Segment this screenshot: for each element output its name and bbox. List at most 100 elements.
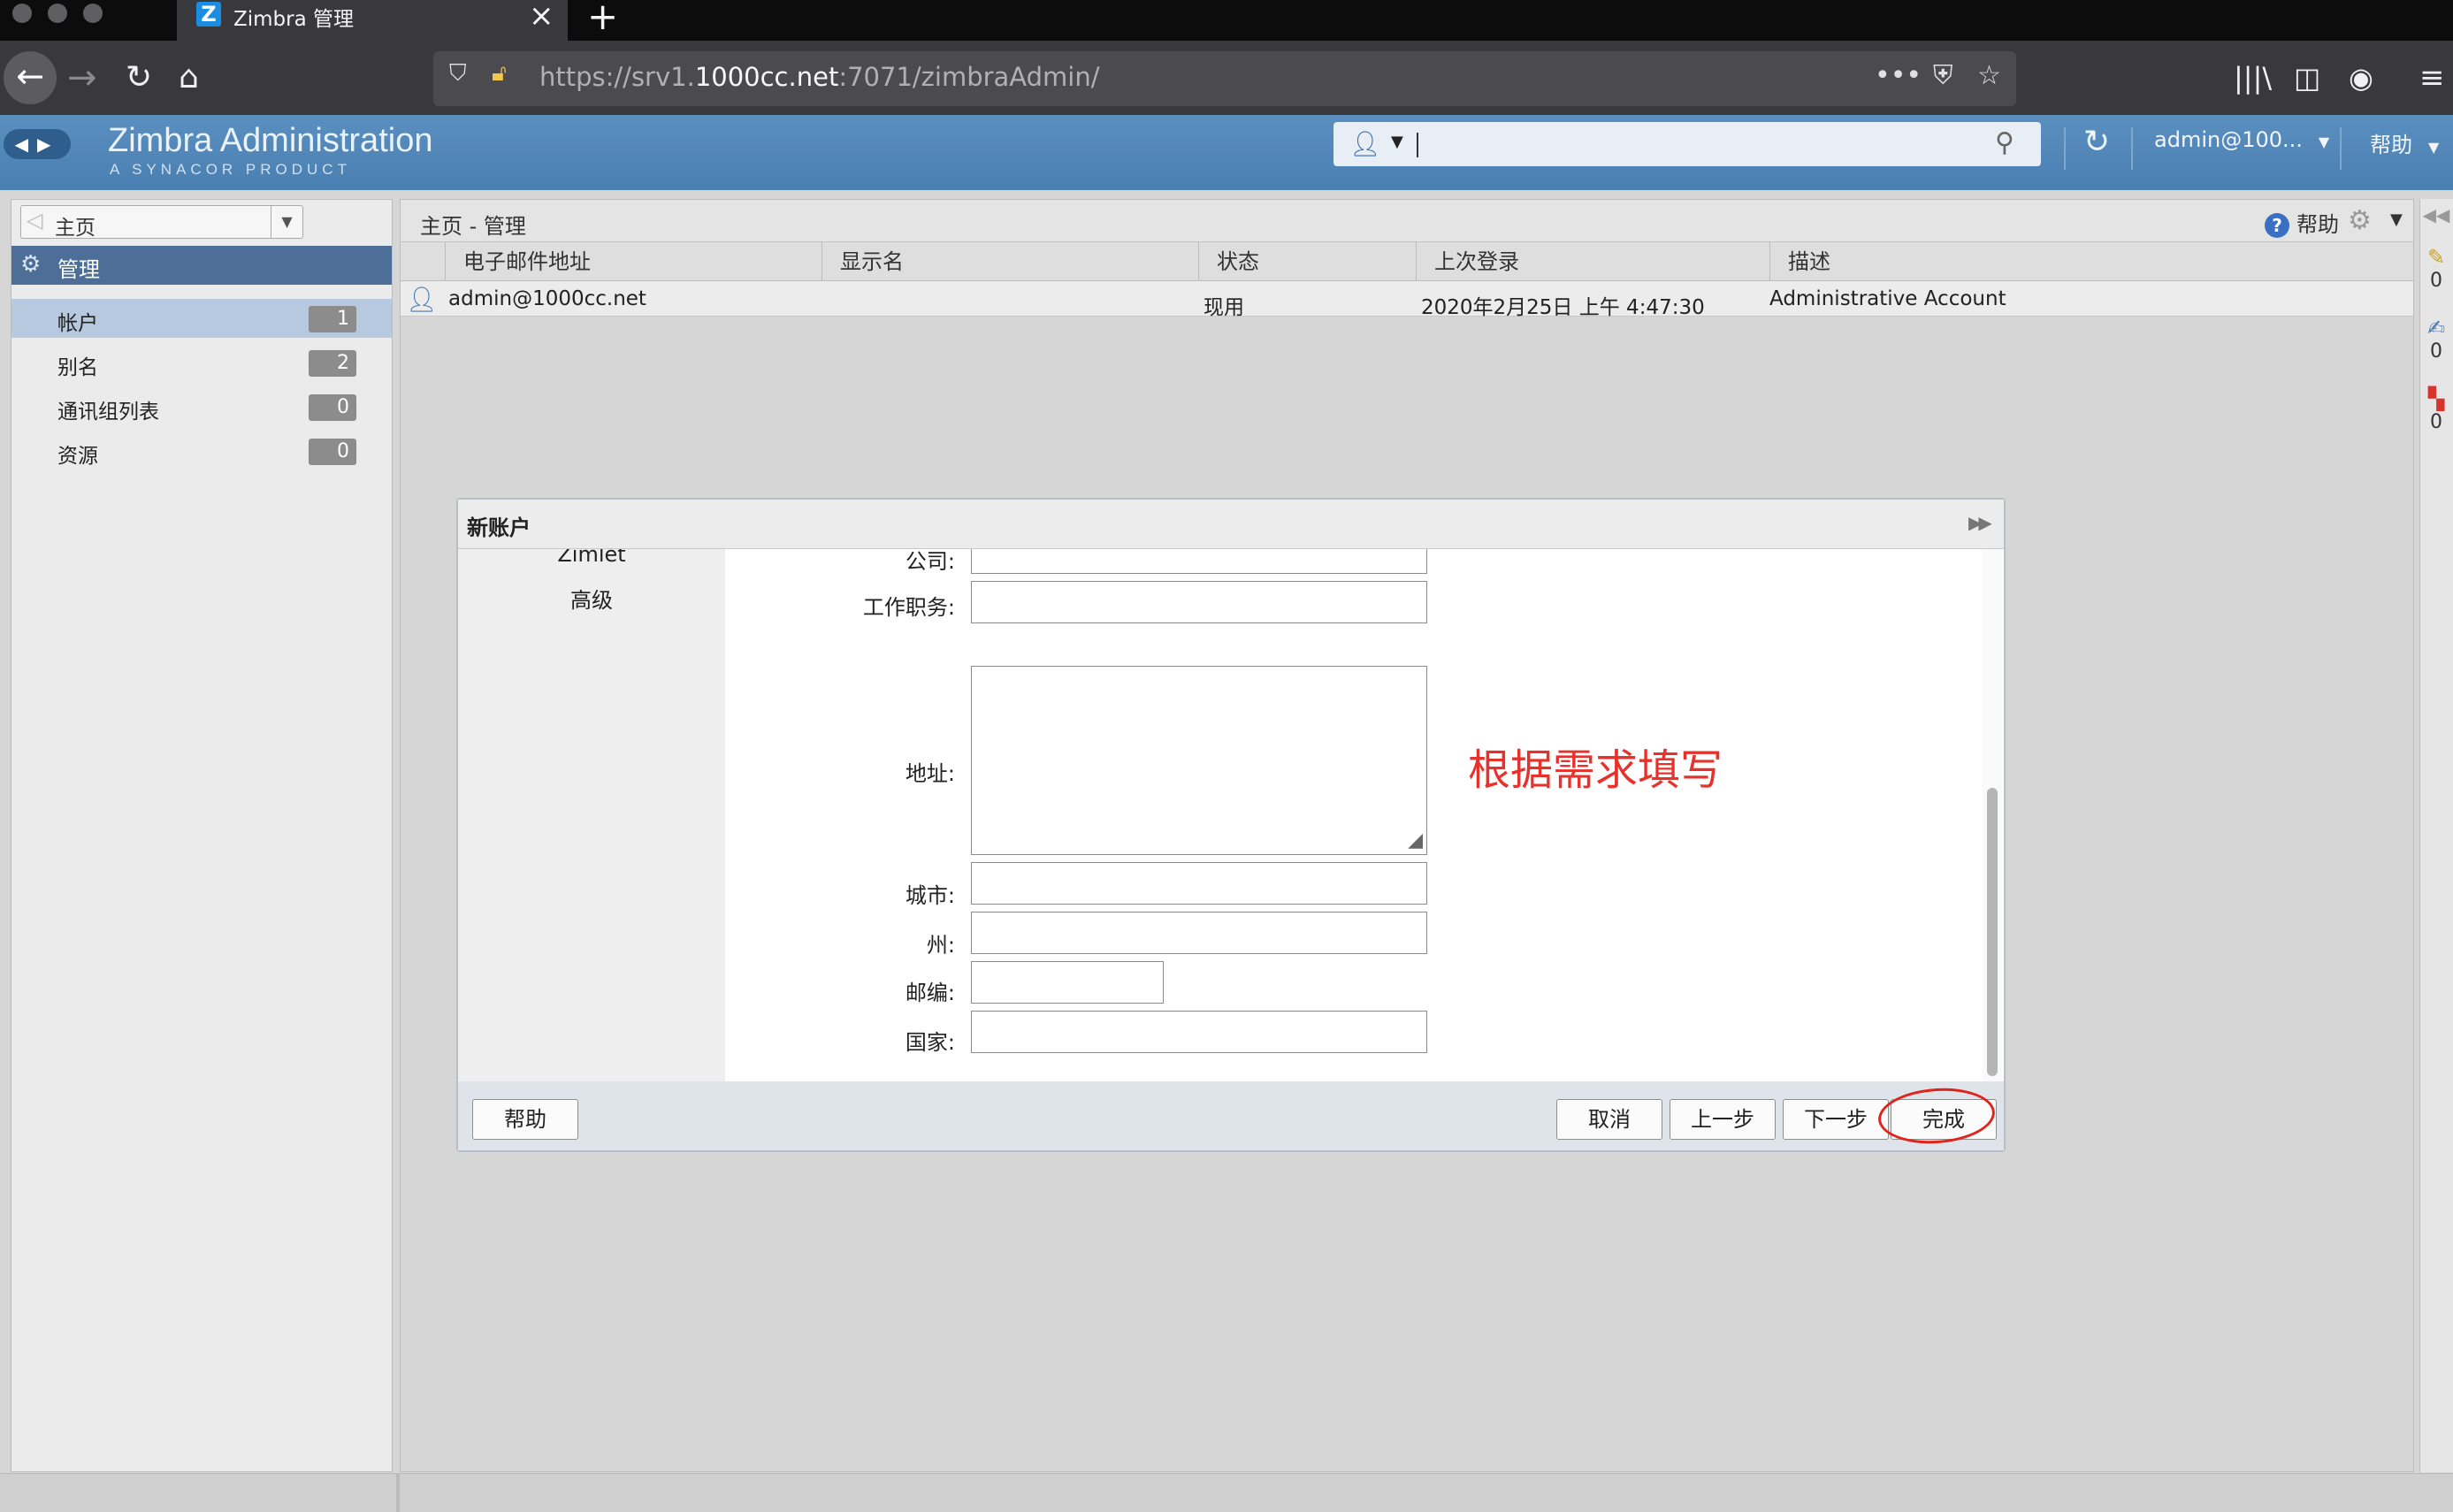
address-textarea[interactable]: ◢	[971, 666, 1427, 855]
next-button[interactable]: 下一步	[1783, 1099, 1889, 1140]
chevron-down-icon[interactable]: ▼	[271, 206, 302, 238]
navigation-sidebar: ◁ 主页 ▼ ⚙ 管理 帐户 1 别名 2 通讯组列表 0 资源 0	[11, 199, 393, 1472]
url-prefix: https://srv1.	[539, 62, 695, 92]
zip-field[interactable]	[971, 961, 1164, 1004]
cell-email: admin@1000cc.net	[448, 287, 646, 310]
user-name: admin@100...	[2154, 127, 2303, 152]
browser-tab[interactable]: Z Zimbra 管理 ×	[177, 0, 568, 41]
help-icon: ?	[2265, 213, 2289, 238]
forward-arrow-icon[interactable]: →	[67, 41, 97, 115]
cell-description: Administrative Account	[1769, 287, 2006, 310]
help-button[interactable]: ? 帮助	[2265, 207, 2339, 238]
shield-icon[interactable]: ⛉	[449, 60, 467, 88]
cell-status: 现用	[1204, 296, 1244, 319]
rail-notes[interactable]: ✎ 0	[2420, 245, 2452, 292]
header-help-menu[interactable]: 帮助 ▼	[2370, 127, 2439, 158]
home-selector-label: 主页	[55, 217, 96, 240]
city-label: 城市:	[905, 883, 955, 908]
manage-section-header[interactable]: ⚙ 管理	[11, 246, 392, 285]
state-field[interactable]	[971, 912, 1427, 954]
count-badge: 2	[309, 350, 356, 377]
sidebar-item-distribution-lists[interactable]: 通讯组列表 0	[11, 387, 392, 426]
dialog-scrollbar[interactable]	[1983, 549, 2002, 1081]
cancel-button[interactable]: 取消	[1556, 1099, 1662, 1140]
person-search-type-icon[interactable]: 👤︎	[1349, 129, 1381, 158]
zimbra-logo: Zimbra Administration	[108, 122, 433, 159]
sidebar-item-label: 资源	[57, 445, 98, 468]
back-arrow-icon[interactable]: ←	[4, 51, 57, 104]
history-nav-arrows-icon[interactable]: ◀▶	[4, 129, 71, 159]
account-icon[interactable]: ◉	[2349, 41, 2373, 115]
column-header-display-name[interactable]: 显示名	[821, 242, 1198, 281]
scrollbar-thumb[interactable]	[1987, 788, 1998, 1076]
cell-last-login: 2020年2月25日 上午 4:47:30	[1421, 296, 1705, 319]
status-bar	[0, 1473, 2453, 1512]
window-minimize-dot[interactable]	[48, 4, 67, 23]
search-box[interactable]: 👤︎ ▼ ⚲	[1333, 122, 2041, 166]
bookmark-star-icon[interactable]: ☆	[1977, 60, 2001, 91]
country-field[interactable]	[971, 1011, 1427, 1053]
column-header-description[interactable]: 描述	[1769, 242, 2413, 281]
url-bar[interactable]: ⛉ 🔓︎ https://srv1.1000cc.net:7071/zimbra…	[433, 51, 2016, 106]
column-header-email[interactable]: 电子邮件地址	[445, 242, 821, 281]
library-icon[interactable]: |||\	[2234, 41, 2272, 115]
reload-icon[interactable]: ↻	[126, 41, 152, 115]
window-zoom-dot[interactable]	[83, 4, 103, 23]
dialog-title-bar[interactable]: 新账户 ▶▶	[458, 500, 2004, 549]
resize-grip-icon[interactable]: ◢	[1408, 831, 1423, 851]
manage-users-icon: ⚙	[20, 251, 42, 278]
user-menu[interactable]: admin@100... ▼	[2154, 127, 2329, 152]
more-actions-icon[interactable]: •••	[1875, 60, 1922, 91]
table-row[interactable]: 👤︎ admin@1000cc.net 现用 2020年2月25日 上午 4:4…	[401, 281, 2413, 319]
chevron-down-icon[interactable]: ▼	[1391, 133, 1403, 151]
new-account-dialog: 新账户 ▶▶ Zimlet 高级 公司: 工作职务: 地址: ◢ 根据需求填写 …	[456, 498, 2006, 1152]
new-tab-icon[interactable]: +	[587, 0, 618, 38]
home-icon[interactable]: ⌂	[179, 41, 199, 115]
column-header-status[interactable]: 状态	[1198, 242, 1416, 281]
pocket-icon[interactable]: ⛨	[1933, 60, 1953, 91]
menu-icon[interactable]: ≡	[2419, 41, 2445, 115]
help-label: 帮助	[2370, 133, 2412, 157]
account-user-icon: 👤︎	[406, 285, 438, 314]
city-field[interactable]	[971, 862, 1427, 905]
previous-button[interactable]: 上一步	[1670, 1099, 1776, 1140]
table-header: 电子邮件地址 显示名 状态 上次登录 描述	[401, 242, 2413, 281]
column-header-last-login[interactable]: 上次登录	[1416, 242, 1769, 281]
header-divider	[2131, 127, 2133, 170]
job-title-field[interactable]	[971, 581, 1427, 623]
expand-right-icon[interactable]: ▶▶	[1968, 512, 1992, 533]
search-icon[interactable]: ⚲	[1995, 127, 2014, 158]
breadcrumb-arrow-icon: ◁	[27, 208, 43, 233]
wizard-step-advanced[interactable]: 高级	[458, 583, 725, 614]
breadcrumb: 主页 - 管理	[420, 214, 526, 239]
help-label: 帮助	[2296, 212, 2339, 237]
zimbra-header: ◀▶ Zimbra Administration A SYNACOR PRODU…	[0, 115, 2453, 190]
header-divider	[2340, 127, 2342, 170]
server-status-icon: ▚	[2427, 386, 2445, 411]
chevron-down-icon[interactable]: ▼	[2390, 210, 2403, 229]
sidebar-item-accounts[interactable]: 帐户 1	[11, 299, 392, 338]
help-button[interactable]: 帮助	[472, 1099, 578, 1140]
count-badge: 1	[309, 306, 356, 332]
sidebar-item-resources[interactable]: 资源 0	[11, 431, 392, 470]
company-field[interactable]	[971, 549, 1427, 574]
collapse-left-icon[interactable]: ◀◀	[2420, 204, 2452, 225]
main-title-bar: 主页 - 管理 ? 帮助 ⚙ ▼	[401, 200, 2413, 242]
dialog-footer: 帮助 取消 上一步 下一步 完成	[458, 1081, 2004, 1150]
status-bar-divider	[396, 1474, 400, 1512]
rail-alerts[interactable]: ▚ 0	[2420, 386, 2452, 433]
rail-tasks[interactable]: ✍ 0	[2420, 316, 2452, 363]
chevron-down-icon: ▼	[2318, 134, 2330, 150]
tab-close-icon[interactable]: ×	[529, 0, 554, 34]
home-selector[interactable]: ◁ 主页 ▼	[20, 205, 303, 240]
sidebar-toggle-icon[interactable]: ◫	[2294, 41, 2320, 115]
browser-tab-bar: Z Zimbra 管理 × +	[0, 0, 2453, 41]
url-suffix: :7071/zimbraAdmin/	[838, 62, 1100, 92]
lock-warning-icon[interactable]: 🔓︎	[492, 60, 507, 88]
refresh-icon[interactable]: ↻	[2083, 124, 2110, 160]
window-close-dot[interactable]	[12, 4, 32, 23]
manage-section-label: 管理	[57, 257, 100, 282]
wizard-step-zimlet[interactable]: Zimlet	[458, 549, 725, 567]
sidebar-item-aliases[interactable]: 别名 2	[11, 343, 392, 382]
gear-icon[interactable]: ⚙	[2348, 205, 2372, 236]
